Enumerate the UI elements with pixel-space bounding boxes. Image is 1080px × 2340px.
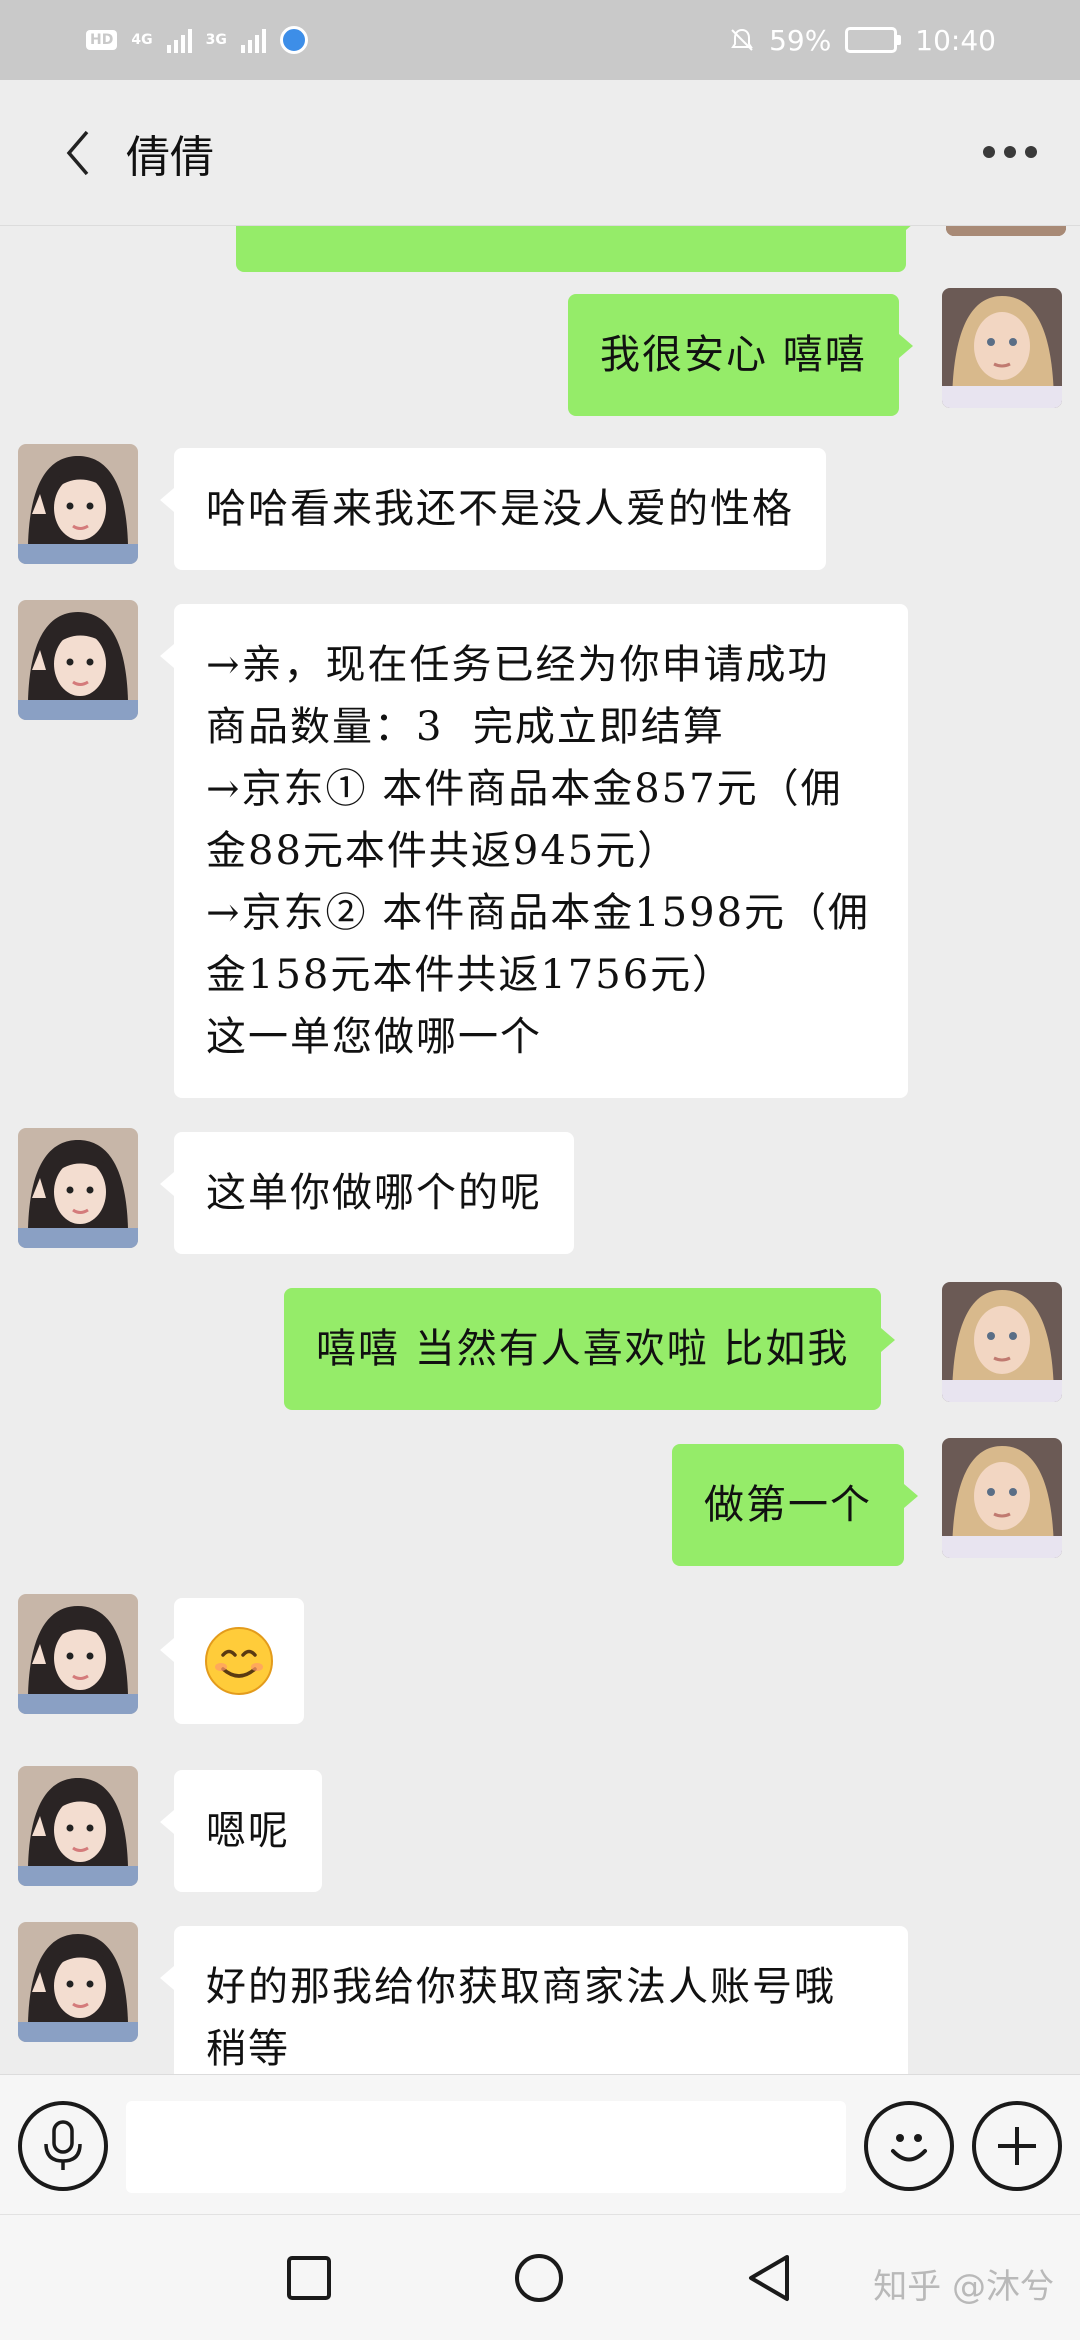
message-text: 稍等: [206, 2026, 290, 2072]
avatar-contact[interactable]: [18, 1594, 138, 1714]
system-nav-bar: 知乎 @沐兮: [0, 2214, 1080, 2340]
message-text: 金158元本件共返1756元）: [206, 952, 735, 998]
message-text: →亲，现在任务已经为你申请成功: [206, 642, 830, 688]
avatar-self-image: [942, 1282, 1062, 1402]
smile-emoji-icon: [205, 1627, 273, 1695]
avatar-contact-image: [18, 444, 138, 564]
page-title: 倩倩: [126, 131, 214, 183]
more-dots-icon: [983, 146, 995, 158]
microphone-icon: [44, 2120, 82, 2170]
back-button[interactable]: [38, 113, 118, 193]
plus-button[interactable]: [972, 2101, 1062, 2191]
battery-icon: [845, 27, 902, 53]
message-bubble-received[interactable]: 这单你做哪个的呢: [160, 1132, 574, 1254]
chevron-left-icon: [66, 130, 89, 175]
avatar-self[interactable]: [942, 1282, 1062, 1402]
message-bubble-received[interactable]: 哈哈看来我还不是没人爱的性格: [160, 448, 826, 570]
avatar-contact[interactable]: [18, 1922, 138, 2042]
message-bubble-received[interactable]: 😊: [160, 1598, 304, 1724]
message-text: 嘻嘻 当然有人喜欢啦 比如我: [316, 1326, 850, 1372]
message-text: 做第一个: [704, 1482, 872, 1528]
avatar-self[interactable]: [942, 1438, 1062, 1558]
triangle-back-icon: [749, 2255, 789, 2301]
avatar-self[interactable]: [946, 226, 1066, 236]
message-input[interactable]: [126, 2101, 846, 2193]
system-back-button[interactable]: [736, 2245, 802, 2311]
input-bar: [0, 2074, 1080, 2214]
status-left: HD 4G 3G: [86, 26, 308, 54]
message-bubble-sent[interactable]: 我很安心 嘻嘻: [568, 294, 913, 416]
app-notification-icon: [279, 26, 308, 54]
network-label-2: 3G: [205, 32, 227, 48]
message-bubble-received[interactable]: →亲，现在任务已经为你申请成功 商品数量：3 完成立即结算 →京东① 本件商品本…: [160, 604, 908, 1098]
status-right: 59% 10:40: [729, 24, 996, 57]
avatar-contact-image: [18, 1766, 138, 1886]
signal-icon: [166, 27, 192, 53]
smiley-icon: [891, 2134, 927, 2162]
chat-header: 倩倩: [0, 80, 1080, 226]
avatar-contact[interactable]: [18, 1128, 138, 1248]
battery-percent: 59%: [769, 23, 832, 57]
signal-icon: [240, 27, 266, 53]
square-icon: [287, 2256, 331, 2300]
avatar-contact-image: [18, 1922, 138, 2042]
message-bubble-sent[interactable]: 做第一个: [672, 1444, 918, 1566]
avatar-contact[interactable]: [18, 444, 138, 564]
message-text: →京东① 本件商品本金857元（佣: [206, 766, 843, 812]
recents-button[interactable]: [276, 2245, 342, 2311]
message-text: →京东② 本件商品本金1598元（佣: [206, 890, 871, 936]
avatar-contact[interactable]: [18, 1766, 138, 1886]
status-bar: HD 4G 3G 59% 10:40: [0, 0, 1080, 80]
avatar-self-image: [942, 1438, 1062, 1558]
circle-icon: [515, 2254, 563, 2302]
home-button[interactable]: [506, 2245, 572, 2311]
message-text: 哈哈看来我还不是没人爱的性格: [206, 486, 794, 532]
message-text: 商品数量：3 完成立即结算: [206, 704, 725, 750]
watermark: 知乎 @沐兮: [873, 2267, 1054, 2307]
emoji-button[interactable]: [864, 2101, 954, 2191]
voice-button[interactable]: [18, 2101, 108, 2191]
message-text: 金88元本件共返945元）: [206, 828, 680, 874]
avatar-self[interactable]: [942, 288, 1062, 408]
more-button[interactable]: [970, 112, 1050, 192]
avatar-self-image: [946, 226, 1066, 236]
avatar-contact-image: [18, 1128, 138, 1248]
message-bubble-sent[interactable]: [236, 226, 920, 272]
chat-area[interactable]: 我很安心 嘻嘻 哈哈看来我还不是没人爱的性格 →亲，现在任务已经为你申请成功 商…: [0, 226, 1080, 2074]
plus-icon: [998, 2127, 1036, 2165]
message-bubble-sent[interactable]: 嘻嘻 当然有人喜欢啦 比如我: [284, 1288, 896, 1410]
hd-icon: HD: [86, 30, 118, 50]
message-text: 我很安心 嘻嘻: [600, 332, 867, 378]
avatar-contact-image: [18, 600, 138, 720]
avatar-contact[interactable]: [18, 600, 138, 720]
message-text: 这一单您做哪一个: [206, 1014, 542, 1060]
bell-muted-icon: [731, 28, 753, 51]
message-bubble-received[interactable]: 好的那我给你获取商家法人账号哦 稍等: [160, 1926, 908, 2074]
avatar-contact-image: [18, 1594, 138, 1714]
message-text: 嗯呢: [206, 1808, 290, 1854]
message-text: 这单你做哪个的呢: [206, 1170, 542, 1216]
network-label-1: 4G: [131, 32, 153, 48]
clock: 10:40: [915, 23, 996, 57]
message-text: 好的那我给你获取商家法人账号哦: [206, 1964, 836, 2010]
avatar-self-image: [942, 288, 1062, 408]
message-bubble-received[interactable]: 嗯呢: [160, 1770, 322, 1892]
